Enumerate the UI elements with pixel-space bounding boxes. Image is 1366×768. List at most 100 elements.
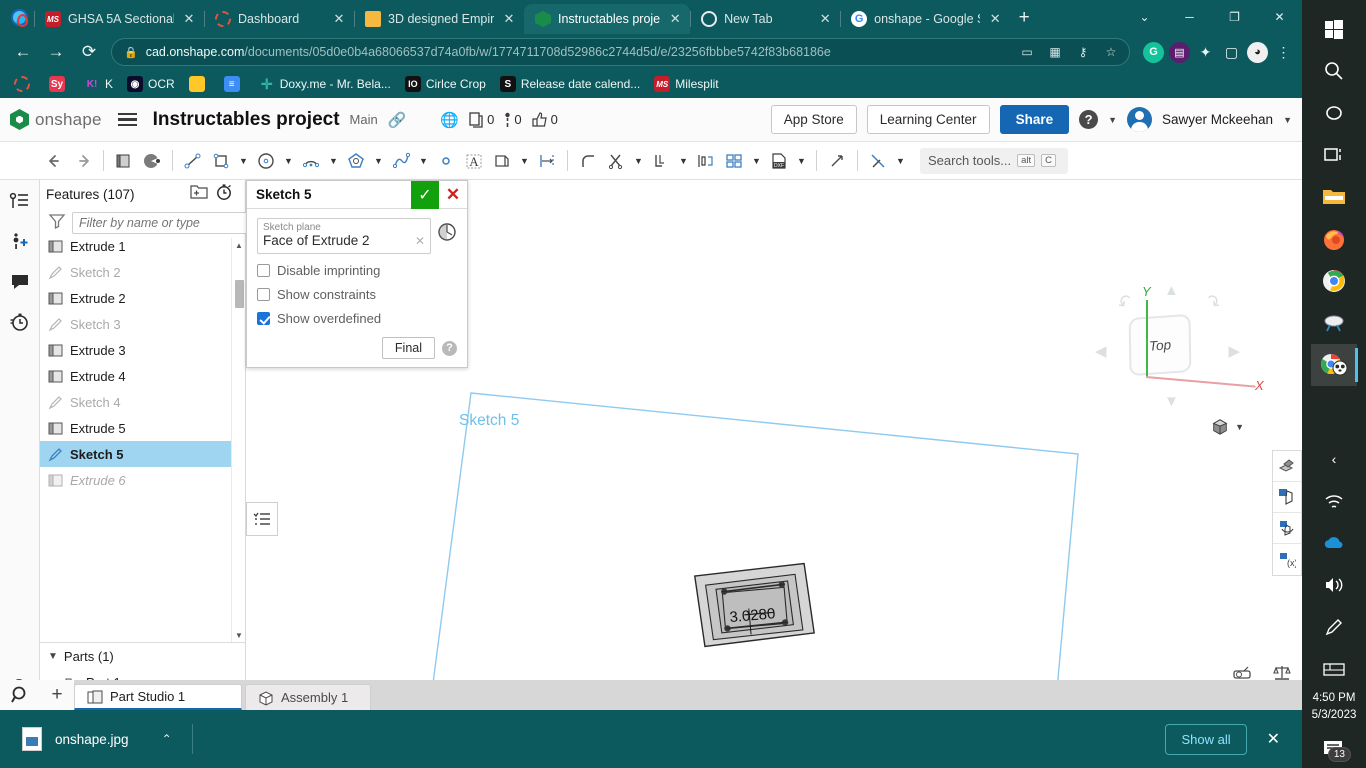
windows-start-icon[interactable]	[1311, 8, 1357, 50]
bookmark-item[interactable]: MSMilesplit	[648, 74, 724, 94]
forward-icon[interactable]: →	[41, 37, 71, 67]
circle-chevron-down-icon[interactable]: ▼	[281, 148, 296, 174]
wifi-icon[interactable]	[1311, 480, 1357, 522]
bookmark-item[interactable]: ≡	[218, 74, 251, 94]
volume-icon[interactable]	[1311, 564, 1357, 606]
avatar[interactable]	[1127, 107, 1152, 132]
browser-tab[interactable]: 3D designed Empir ✕	[354, 4, 524, 34]
add-tab-button[interactable]: +	[40, 680, 74, 710]
add-folder-icon[interactable]	[189, 183, 209, 205]
document-title[interactable]: Instructables project	[153, 109, 340, 131]
view-cube[interactable]: ▲ ▼ ◀ ▶ ↶ ↷ Top Y X	[1094, 280, 1244, 410]
menu-icon[interactable]	[112, 111, 143, 129]
arc-tool-icon[interactable]	[298, 148, 324, 174]
new-tab-button[interactable]: +	[1010, 4, 1038, 32]
help-icon[interactable]: ?	[1079, 110, 1098, 129]
construction-tool-icon[interactable]	[865, 148, 891, 174]
grammarly-icon[interactable]: G	[1143, 42, 1164, 63]
share-button[interactable]: Share	[1000, 105, 1070, 134]
construction-chevron-down-icon[interactable]: ▼	[893, 148, 908, 174]
clear-x-icon[interactable]: ✕	[415, 234, 425, 248]
line-tool-icon[interactable]	[180, 148, 206, 174]
close-tab-icon[interactable]: ✕	[987, 11, 1003, 27]
feature-row-sketch-3[interactable]: Sketch 3	[40, 311, 245, 337]
tab-part-studio-1[interactable]: Part Studio 1	[74, 684, 242, 710]
trim-chevron-down-icon[interactable]: ▼	[631, 148, 646, 174]
minimize-button[interactable]: ─	[1167, 0, 1212, 34]
rotate-down-arrow-icon[interactable]: ▼	[1164, 393, 1179, 410]
browser-tab[interactable]: New Tab ✕	[690, 4, 840, 34]
panda-avatar-icon[interactable]: ◕	[1247, 42, 1268, 63]
feature-row-extrude-4[interactable]: Extrude 4	[40, 363, 245, 389]
reader-icon[interactable]: ▤	[1169, 42, 1190, 63]
text-tool-icon[interactable]: A	[461, 148, 487, 174]
sketch-list-flyout-button[interactable]	[246, 502, 278, 536]
pattern-chevron-down-icon[interactable]: ▼	[749, 148, 764, 174]
disable-imprinting-checkbox[interactable]	[257, 264, 270, 277]
browser-tab[interactable]: Dashboard ✕	[204, 4, 354, 34]
search-icon[interactable]	[1311, 50, 1357, 92]
final-button[interactable]: Final	[382, 337, 435, 359]
star-icon[interactable]: ☆	[1101, 45, 1121, 59]
point-tool-icon[interactable]	[433, 148, 459, 174]
close-tab-icon[interactable]: ✕	[501, 11, 517, 27]
puzzle-icon[interactable]: ✦	[1195, 42, 1216, 63]
measure-grid-icon[interactable]: (x)	[1273, 544, 1301, 575]
feature-row-sketch-2[interactable]: Sketch 2	[40, 259, 245, 285]
key-icon[interactable]: ⚷	[1073, 45, 1093, 59]
3d-model[interactable]: 3.0280	[686, 555, 846, 665]
maximize-button[interactable]: ❐	[1212, 0, 1257, 34]
trim-tool-icon[interactable]	[603, 148, 629, 174]
spline-tool-icon[interactable]	[388, 148, 414, 174]
rotate-left-arrow-icon[interactable]: ◀	[1095, 342, 1107, 360]
view-mode-selector[interactable]: ▼	[1211, 418, 1244, 436]
notifications-icon[interactable]: 13	[1311, 728, 1357, 768]
rotate-grid-icon[interactable]	[1273, 513, 1301, 544]
cast-icon[interactable]: ▭	[1017, 45, 1037, 59]
browser-tab[interactable]: MS GHSA 5A Sectional ✕	[34, 4, 204, 34]
rotate-ccw-arrow-icon[interactable]: ↶	[1113, 290, 1138, 316]
feature-row-extrude-6[interactable]: Extrude 6	[40, 467, 245, 493]
show-hidden-icons-icon[interactable]: ‹	[1311, 438, 1357, 480]
view-cube-face[interactable]: Top	[1129, 314, 1192, 376]
parts-header[interactable]: ▼ Parts (1)	[40, 643, 245, 669]
chevron-down-icon[interactable]: ▼	[48, 651, 58, 662]
reload-icon[interactable]: ⟳	[74, 37, 104, 67]
link-icon[interactable]: 🔗	[388, 111, 407, 129]
use-chevron-down-icon[interactable]: ▼	[517, 148, 532, 174]
touch-keyboard-icon[interactable]	[1311, 648, 1357, 690]
rotate-up-arrow-icon[interactable]: ▲	[1164, 282, 1179, 299]
tablet-icon[interactable]: ▢	[1221, 42, 1242, 63]
user-chevron-down-icon[interactable]: ▼	[1283, 115, 1292, 125]
firefox-icon[interactable]	[1311, 218, 1357, 260]
feature-row-extrude-5[interactable]: Extrude 5	[40, 415, 245, 441]
scrollbar-thumb[interactable]	[235, 280, 244, 308]
feature-row-extrude-1[interactable]: Extrude 1	[40, 238, 245, 259]
close-tab-icon[interactable]: ✕	[667, 11, 683, 27]
scroll-up-icon[interactable]: ▲	[232, 238, 245, 252]
shaded-cube-icon[interactable]	[1211, 418, 1229, 436]
history-icon[interactable]	[6, 308, 34, 336]
display-grid-icon[interactable]	[1273, 482, 1301, 513]
qr-code-icon[interactable]: ▦	[1045, 45, 1065, 59]
zoom-icon[interactable]	[0, 680, 40, 710]
chrome-panda-icon[interactable]	[1311, 344, 1357, 386]
feature-row-sketch-5[interactable]: Sketch 5	[40, 441, 245, 467]
undo-icon[interactable]	[42, 148, 68, 174]
search-tools-box[interactable]: Search tools... alt C	[920, 148, 1068, 174]
cortana-icon[interactable]	[1311, 92, 1357, 134]
tab-search-icon[interactable]: ⌄	[1122, 0, 1167, 34]
browser-tab[interactable]: G onshape - Google S ✕	[840, 4, 1010, 34]
extend-tool-icon[interactable]	[824, 148, 850, 174]
browser-tab-active[interactable]: Instructables proje ✕	[524, 4, 690, 34]
offset-chevron-down-icon[interactable]: ▼	[676, 148, 691, 174]
accept-button[interactable]: ✓	[411, 181, 439, 209]
sketch-color-icon[interactable]	[139, 148, 165, 174]
circle-tool-icon[interactable]	[253, 148, 279, 174]
kebab-menu-icon[interactable]: ⋮	[1273, 42, 1294, 63]
offset-tool-icon[interactable]	[648, 148, 674, 174]
workspace-name[interactable]: Main	[350, 112, 378, 127]
sketch-plane-field[interactable]: Sketch plane Face of Extrude 2 ✕	[257, 218, 431, 254]
features-scrollbar[interactable]: ▲ ▼	[231, 238, 245, 642]
close-downloads-bar-button[interactable]: ✕	[1257, 723, 1290, 755]
